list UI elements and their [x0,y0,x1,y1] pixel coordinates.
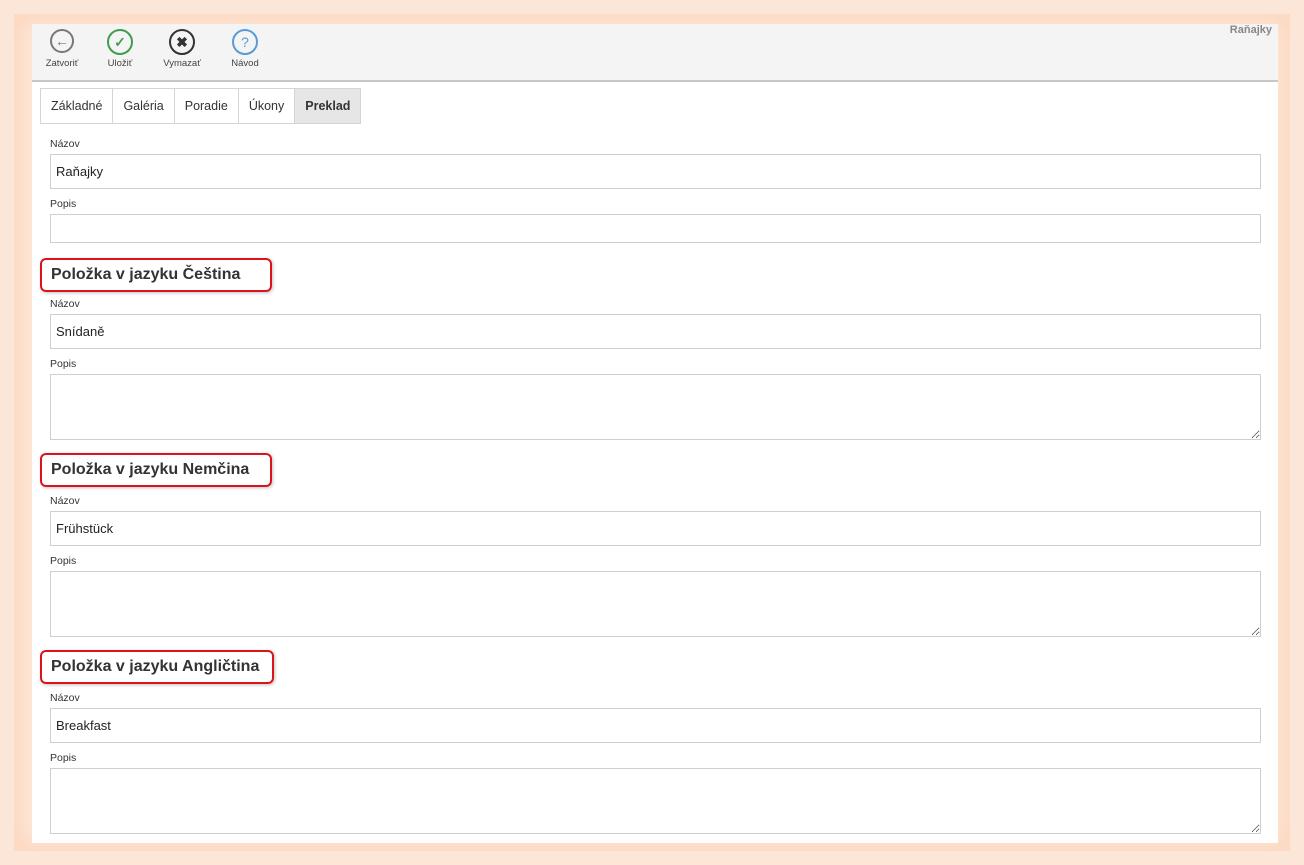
english-name-label: Názov [50,692,80,704]
close-icon: ✖ [169,29,195,55]
tab-order[interactable]: Poradie [173,88,239,124]
english-description-textarea[interactable] [50,768,1261,834]
english-description-label: Popis [50,752,77,764]
german-description-textarea[interactable] [50,571,1261,637]
arrow-left-icon: ← [50,29,74,53]
help-button[interactable]: ? Návod [215,29,275,75]
german-name-label: Názov [50,495,80,507]
close-button[interactable]: ← Zatvoriť [32,29,92,75]
checkmark-icon: ✓ [107,29,133,55]
save-label: Uložiť [107,58,133,69]
help-label: Návod [231,58,259,69]
name-input[interactable] [50,154,1261,189]
tab-bar: Základné Galéria Poradie Úkony Preklad [40,88,362,124]
tab-translation[interactable]: Preklad [294,88,362,124]
czech-name-input[interactable] [50,314,1261,349]
tab-gallery[interactable]: Galéria [112,88,175,124]
section-title-german: Položka v jazyku Nemčina [40,453,272,487]
editor-window: ← Zatvoriť ✓ Uložiť ✖ Vymazať ? Návod Ra… [32,24,1278,843]
toolbar: ← Zatvoriť ✓ Uložiť ✖ Vymazať ? Návod Ra… [32,24,1278,82]
german-description-label: Popis [50,555,77,567]
czech-description-textarea[interactable] [50,374,1261,440]
description-input[interactable] [50,214,1261,243]
czech-name-label: Názov [50,298,80,310]
description-label: Popis [50,198,77,210]
section-title-czech: Položka v jazyku Čeština [40,258,272,292]
help-icon: ? [232,29,258,55]
tab-actions[interactable]: Úkony [237,88,296,124]
german-name-input[interactable] [50,511,1261,546]
window-title: Raňajky [1229,24,1272,36]
english-name-input[interactable] [50,708,1261,743]
save-button[interactable]: ✓ Uložiť [90,29,150,75]
section-title-english: Položka v jazyku Angličtina [40,650,274,684]
delete-label: Vymazať [163,58,201,69]
tab-basic[interactable]: Základné [40,88,114,124]
delete-button[interactable]: ✖ Vymazať [152,29,212,75]
czech-description-label: Popis [50,358,77,370]
close-label: Zatvoriť [45,58,79,69]
name-label: Názov [50,138,80,150]
